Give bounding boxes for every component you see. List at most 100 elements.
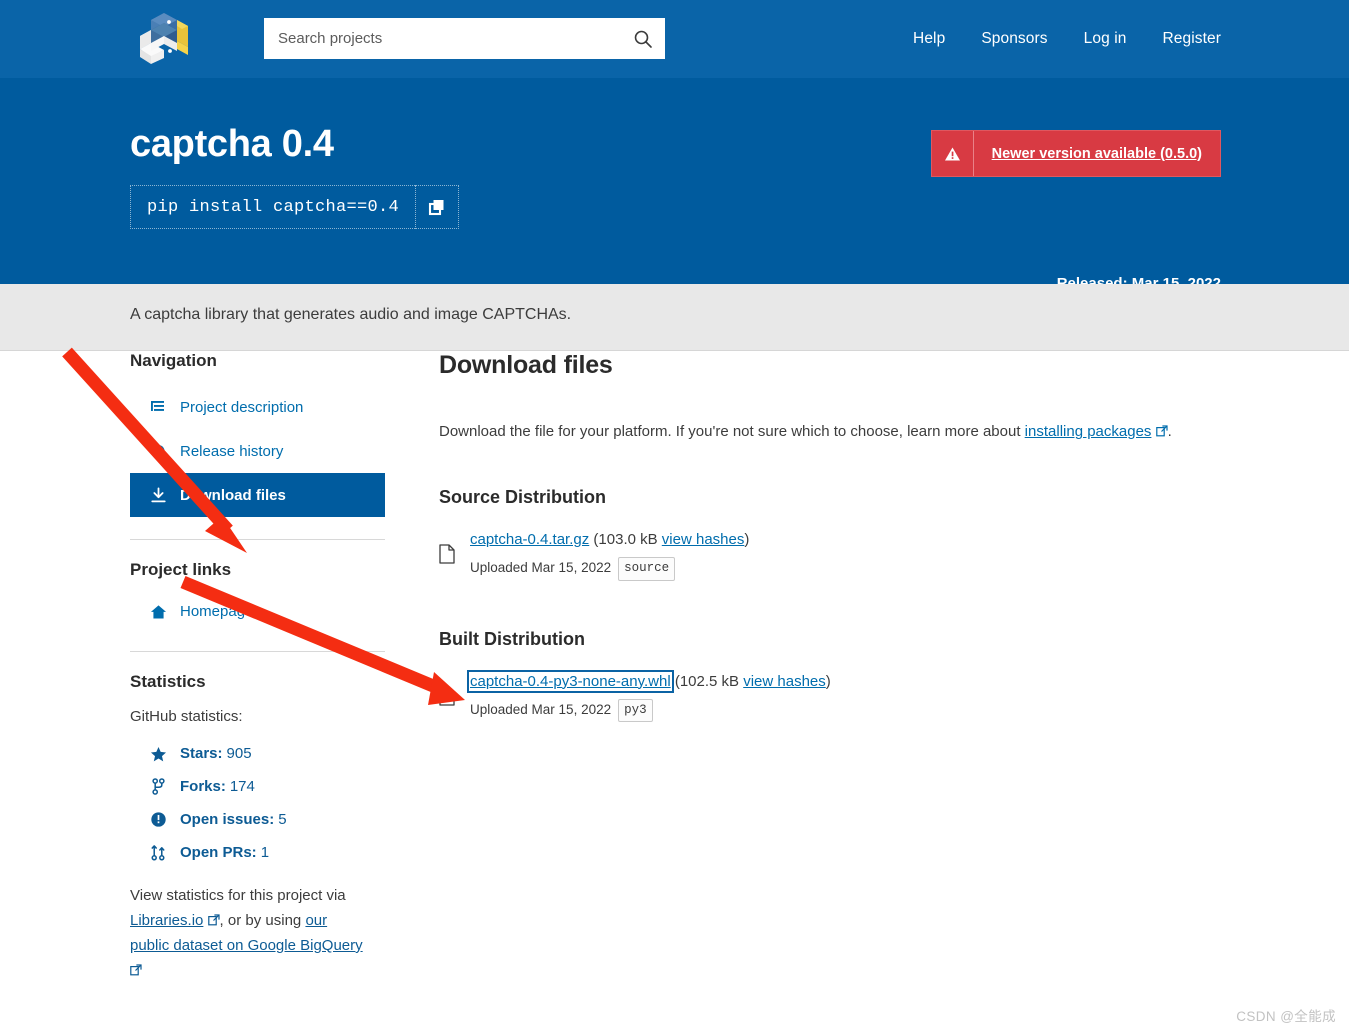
built-size-close: ) — [825, 672, 831, 690]
download-icon — [148, 487, 168, 504]
built-tag-badge: py3 — [618, 698, 653, 723]
built-view-hashes-link[interactable]: view hashes — [743, 673, 826, 690]
stat-value: 905 — [226, 745, 252, 762]
newer-version-link[interactable]: Newer version available (0.5.0) — [974, 131, 1220, 176]
nav-link-help[interactable]: Help — [913, 30, 945, 48]
fork-icon — [148, 778, 168, 795]
copy-icon — [428, 200, 444, 216]
sidebar-divider-2 — [130, 651, 385, 652]
stat-row-forks: Forks: 174 — [130, 770, 385, 803]
package-banner: captcha 0.4 pip install captcha==0.4 New… — [0, 78, 1349, 292]
header-nav: Help Sponsors Log in Register — [913, 0, 1221, 78]
source-size-open: (103.0 kB — [593, 531, 662, 548]
sidebar-divider — [130, 539, 385, 540]
stat-label: Open PRs: — [180, 844, 257, 861]
pypi-cubes-logo[interactable] — [130, 4, 198, 72]
stats-footer-prefix: View statistics for this project via — [130, 887, 346, 904]
home-icon — [148, 604, 168, 620]
nav-link-register[interactable]: Register — [1162, 30, 1221, 48]
stat-label: Forks: — [180, 778, 226, 795]
pypi-logo-svg — [140, 13, 188, 64]
stat-row-open-prs: Open PRs: 1 — [130, 836, 385, 869]
wheel-file-link[interactable]: captcha-0.4-py3-none-any.whl — [467, 669, 674, 693]
warning-triangle-icon — [944, 147, 960, 160]
source-view-hashes-link[interactable]: view hashes — [662, 531, 745, 548]
issue-icon — [148, 811, 168, 828]
source-uploaded-line: Uploaded Mar 15, 2022 source — [470, 557, 749, 581]
sidebar-item-label: Release history — [180, 442, 284, 460]
file-meta-source: captcha-0.4.tar.gz (103.0 kB view hashes… — [470, 528, 749, 581]
search-box[interactable] — [264, 18, 665, 59]
external-link-icon — [203, 912, 220, 929]
stat-label: Stars: — [180, 745, 223, 762]
source-tag-badge: source — [618, 557, 676, 581]
installing-packages-link[interactable]: installing packages — [1025, 423, 1152, 440]
sidebar: Navigation Project description Release h… — [130, 351, 385, 983]
intro-prefix: Download the file for your platform. If … — [439, 423, 1025, 440]
pip-install-command: pip install captcha==0.4 — [130, 185, 416, 229]
statistics-footer: View statistics for this project via Lib… — [130, 883, 370, 983]
built-uploaded-date: Uploaded Mar 15, 2022 — [470, 702, 612, 718]
stat-row-stars: Stars: 905 — [130, 737, 385, 770]
file-meta-built: captcha-0.4-py3-none-any.whl (102.5 kB v… — [467, 669, 831, 723]
statistics-list: Stars: 905 Forks: 174 Open issues: 5 Ope… — [130, 737, 385, 869]
newer-version-badge[interactable]: Newer version available (0.5.0) — [930, 130, 1221, 177]
stat-row-open-issues: Open issues: 5 — [130, 803, 385, 836]
built-uploaded-line: Uploaded Mar 15, 2022 py3 — [470, 698, 831, 723]
file-row-source: captcha-0.4.tar.gz (103.0 kB view hashes… — [439, 528, 1199, 581]
page-title: captcha 0.4 — [130, 123, 334, 165]
pip-install-box: pip install captcha==0.4 — [130, 185, 460, 229]
file-line-built: captcha-0.4-py3-none-any.whl (102.5 kB v… — [467, 669, 831, 693]
pypi-project-page: Help Sponsors Log in Register captcha 0.… — [0, 0, 1349, 1032]
star-icon — [148, 746, 168, 762]
stat-value: 174 — [229, 778, 255, 795]
sidebar-item-label: Project description — [180, 398, 304, 416]
main-content: Download files Download the file for you… — [439, 351, 1199, 723]
clock-rewind-icon — [148, 443, 168, 460]
csdn-watermark: CSDN @全能成 — [1236, 1009, 1336, 1024]
download-files-heading: Download files — [439, 351, 613, 379]
external-link-icon-3 — [1151, 423, 1168, 440]
stat-value: 5 — [278, 811, 287, 828]
source-distribution-block: Source Distribution captcha-0.4.tar.gz (… — [439, 487, 1199, 581]
built-distribution-heading: Built Distribution — [439, 628, 585, 649]
project-link-label: Homepage — [180, 603, 254, 620]
built-distribution-block: Built Distribution captcha-0.4-py3-none-… — [439, 629, 1199, 723]
sidebar-item-project-description[interactable]: Project description — [130, 385, 385, 429]
stat-label: Open issues: — [180, 811, 275, 828]
sidebar-item-download-files[interactable]: Download files — [130, 473, 385, 517]
navigation-heading: Navigation — [130, 351, 217, 370]
package-summary: A captcha library that generates audio a… — [130, 306, 572, 323]
sidebar-item-label: Download files — [180, 486, 286, 504]
stat-value: 1 — [260, 844, 270, 861]
search-input[interactable] — [264, 18, 621, 59]
file-row-built: captcha-0.4-py3-none-any.whl (102.5 kB v… — [439, 669, 1199, 723]
source-size-close: ) — [744, 531, 750, 548]
nav-link-login[interactable]: Log in — [1084, 30, 1127, 48]
project-links-heading: Project links — [130, 560, 232, 579]
github-statistics-label: GitHub statistics: — [130, 708, 243, 725]
list-lines-icon — [148, 399, 168, 415]
stats-footer-middle: , or by using — [219, 912, 306, 929]
libraries-io-link[interactable]: Libraries.io — [130, 912, 203, 929]
file-icon — [439, 528, 457, 569]
statistics-heading: Statistics — [130, 672, 206, 691]
source-uploaded-date: Uploaded Mar 15, 2022 — [470, 560, 612, 576]
built-size-open: (102.5 kB — [674, 672, 744, 690]
pull-request-icon — [148, 844, 168, 861]
project-link-homepage[interactable]: Homepage — [130, 594, 385, 629]
copy-button[interactable] — [415, 185, 460, 229]
sidebar-item-release-history[interactable]: Release history — [130, 429, 385, 473]
warning-cell — [932, 131, 974, 176]
download-intro-text: Download the file for your platform. If … — [439, 423, 1199, 440]
file-icon — [439, 670, 457, 711]
package-description-strip: A captcha library that generates audio a… — [0, 284, 1349, 351]
source-distribution-heading: Source Distribution — [439, 487, 607, 507]
intro-suffix: . — [1167, 423, 1172, 440]
file-line-source: captcha-0.4.tar.gz (103.0 kB view hashes… — [470, 528, 749, 551]
site-header: Help Sponsors Log in Register — [0, 0, 1349, 78]
nav-link-sponsors[interactable]: Sponsors — [981, 30, 1047, 48]
source-file-link[interactable]: captcha-0.4.tar.gz — [470, 531, 589, 548]
search-icon — [634, 30, 652, 48]
search-button[interactable] — [621, 18, 665, 59]
